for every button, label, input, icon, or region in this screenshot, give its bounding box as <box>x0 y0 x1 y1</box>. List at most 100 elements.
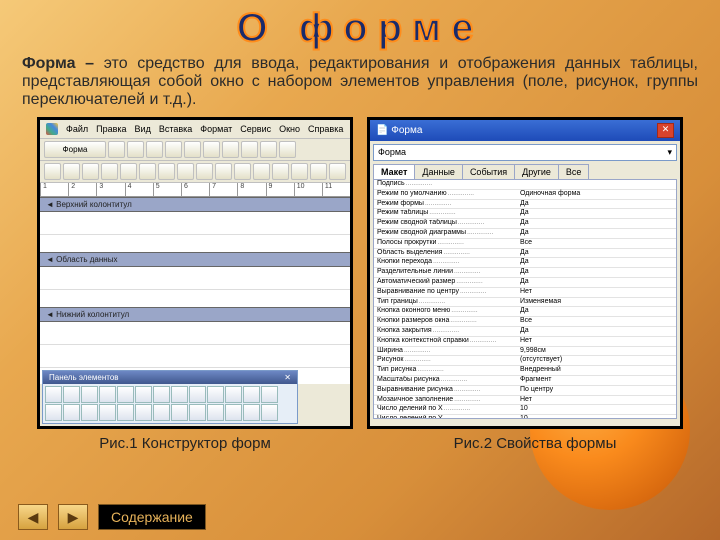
toolbox-item[interactable] <box>135 404 152 421</box>
toolbar-button[interactable] <box>146 141 163 158</box>
toolbox-item[interactable] <box>117 404 134 421</box>
toolbox-item[interactable] <box>243 386 260 403</box>
toolbar-button[interactable] <box>291 163 308 180</box>
toolbar-button[interactable] <box>222 141 239 158</box>
toolbar-button[interactable] <box>253 163 270 180</box>
toolbox-item[interactable] <box>63 404 80 421</box>
toolbar-button[interactable] <box>44 163 61 180</box>
property-row[interactable]: Подпись <box>374 180 676 190</box>
toolbar-button[interactable] <box>241 141 258 158</box>
toolbar-button[interactable] <box>203 141 220 158</box>
toolbox-item[interactable] <box>99 404 116 421</box>
toolbar-button[interactable] <box>260 141 277 158</box>
toolbar-button[interactable] <box>272 163 289 180</box>
property-row[interactable]: Режим сводной таблицыДа <box>374 219 676 229</box>
toolbar-button[interactable] <box>63 163 80 180</box>
tab-events[interactable]: События <box>462 164 515 179</box>
toolbox-item[interactable] <box>189 404 206 421</box>
toolbar-button[interactable] <box>139 163 156 180</box>
toolbox-item[interactable] <box>135 386 152 403</box>
tab-data[interactable]: Данные <box>414 164 463 179</box>
menu-view[interactable]: Вид <box>135 124 151 134</box>
toolbox-item[interactable] <box>81 404 98 421</box>
property-row[interactable]: Область выделенияДа <box>374 249 676 259</box>
toolbox-item[interactable] <box>207 404 224 421</box>
property-grid[interactable]: ПодписьРежим по умолчаниюОдиночная форма… <box>373 179 677 419</box>
property-row[interactable]: Число делений по Y10 <box>374 415 676 419</box>
close-icon[interactable]: ✕ <box>657 123 674 138</box>
toolbar-button[interactable] <box>196 163 213 180</box>
tab-other[interactable]: Другие <box>514 164 559 179</box>
toolbox-item[interactable] <box>225 386 242 403</box>
tab-layout[interactable]: Макет <box>373 164 415 179</box>
tab-all[interactable]: Все <box>558 164 590 179</box>
toolbar-button[interactable] <box>120 163 137 180</box>
object-selector[interactable]: Форма▾ <box>373 144 677 161</box>
toolbox-item[interactable] <box>261 404 278 421</box>
toolbox-item[interactable] <box>207 386 224 403</box>
property-row[interactable]: Тип границыИзменяемая <box>374 298 676 308</box>
menu-insert[interactable]: Вставка <box>159 124 192 134</box>
toolbar-button[interactable] <box>184 141 201 158</box>
toolbar-button[interactable] <box>329 163 346 180</box>
toolbox-item[interactable] <box>261 386 278 403</box>
property-row[interactable]: Рисунок(отсутствует) <box>374 356 676 366</box>
toolbox-item[interactable] <box>117 386 134 403</box>
close-icon[interactable]: ✕ <box>284 373 291 382</box>
menu-help[interactable]: Справка <box>308 124 343 134</box>
grid-area[interactable] <box>40 267 350 307</box>
toolbar-button[interactable] <box>234 163 251 180</box>
toolbox-item[interactable] <box>225 404 242 421</box>
property-row[interactable]: Кнопки размеров окнаВсе <box>374 317 676 327</box>
menu-tools[interactable]: Сервис <box>240 124 271 134</box>
property-row[interactable]: Число делений по X10 <box>374 405 676 415</box>
toolbar-button[interactable] <box>279 141 296 158</box>
toolbar-button[interactable] <box>310 163 327 180</box>
property-row[interactable]: Масштабы рисункаФрагмент <box>374 376 676 386</box>
next-button[interactable]: ▶ <box>58 504 88 530</box>
toolbox-item[interactable] <box>99 386 116 403</box>
toolbar-button[interactable] <box>158 163 175 180</box>
toolbox-item[interactable] <box>153 404 170 421</box>
property-row[interactable]: Кнопка контекстной справкиНет <box>374 337 676 347</box>
property-row[interactable]: Мозаичное заполнениеНет <box>374 396 676 406</box>
property-row[interactable]: Режим сводной диаграммыДа <box>374 229 676 239</box>
menu-format[interactable]: Формат <box>200 124 232 134</box>
property-row[interactable]: Режим по умолчаниюОдиночная форма <box>374 190 676 200</box>
toolbox-item[interactable] <box>171 386 188 403</box>
toolbar-button[interactable] <box>82 163 99 180</box>
toolbox-item[interactable] <box>45 404 62 421</box>
toolbar-button[interactable] <box>101 163 118 180</box>
toolbox-item[interactable] <box>189 386 206 403</box>
toolbar-button[interactable] <box>177 163 194 180</box>
property-row[interactable]: Выравнивание рисункаПо центру <box>374 386 676 396</box>
property-row[interactable]: Кнопка закрытияДа <box>374 327 676 337</box>
prev-button[interactable]: ◀ <box>18 504 48 530</box>
property-row[interactable]: Полосы прокруткиВсе <box>374 239 676 249</box>
property-row[interactable]: Режим формыДа <box>374 200 676 210</box>
toolbox-item[interactable] <box>171 404 188 421</box>
property-row[interactable]: Выравнивание по центруНет <box>374 288 676 298</box>
toolbox-item[interactable] <box>45 386 62 403</box>
toolbar-button[interactable] <box>127 141 144 158</box>
toolbar-button[interactable] <box>165 141 182 158</box>
toolbox-item[interactable] <box>153 386 170 403</box>
property-row[interactable]: Разделительные линииДа <box>374 268 676 278</box>
contents-button[interactable]: Содержание <box>98 504 206 530</box>
object-combo[interactable]: Форма <box>44 141 106 158</box>
toolbar-button[interactable] <box>215 163 232 180</box>
property-row[interactable]: Режим таблицыДа <box>374 209 676 219</box>
menu-window[interactable]: Окно <box>279 124 300 134</box>
toolbox-item[interactable] <box>81 386 98 403</box>
toolbox-item[interactable] <box>63 386 80 403</box>
property-row[interactable]: Автоматический размерДа <box>374 278 676 288</box>
property-row[interactable]: Кнопка оконного менюДа <box>374 307 676 317</box>
property-row[interactable]: Тип рисункаВнедренный <box>374 366 676 376</box>
toolbar-button[interactable] <box>108 141 125 158</box>
property-row[interactable]: Ширина9,998см <box>374 347 676 357</box>
toolbox-item[interactable] <box>243 404 260 421</box>
menu-edit[interactable]: Правка <box>96 124 126 134</box>
property-row[interactable]: Кнопки переходаДа <box>374 258 676 268</box>
grid-area[interactable] <box>40 212 350 252</box>
menu-file[interactable]: Файл <box>66 124 88 134</box>
